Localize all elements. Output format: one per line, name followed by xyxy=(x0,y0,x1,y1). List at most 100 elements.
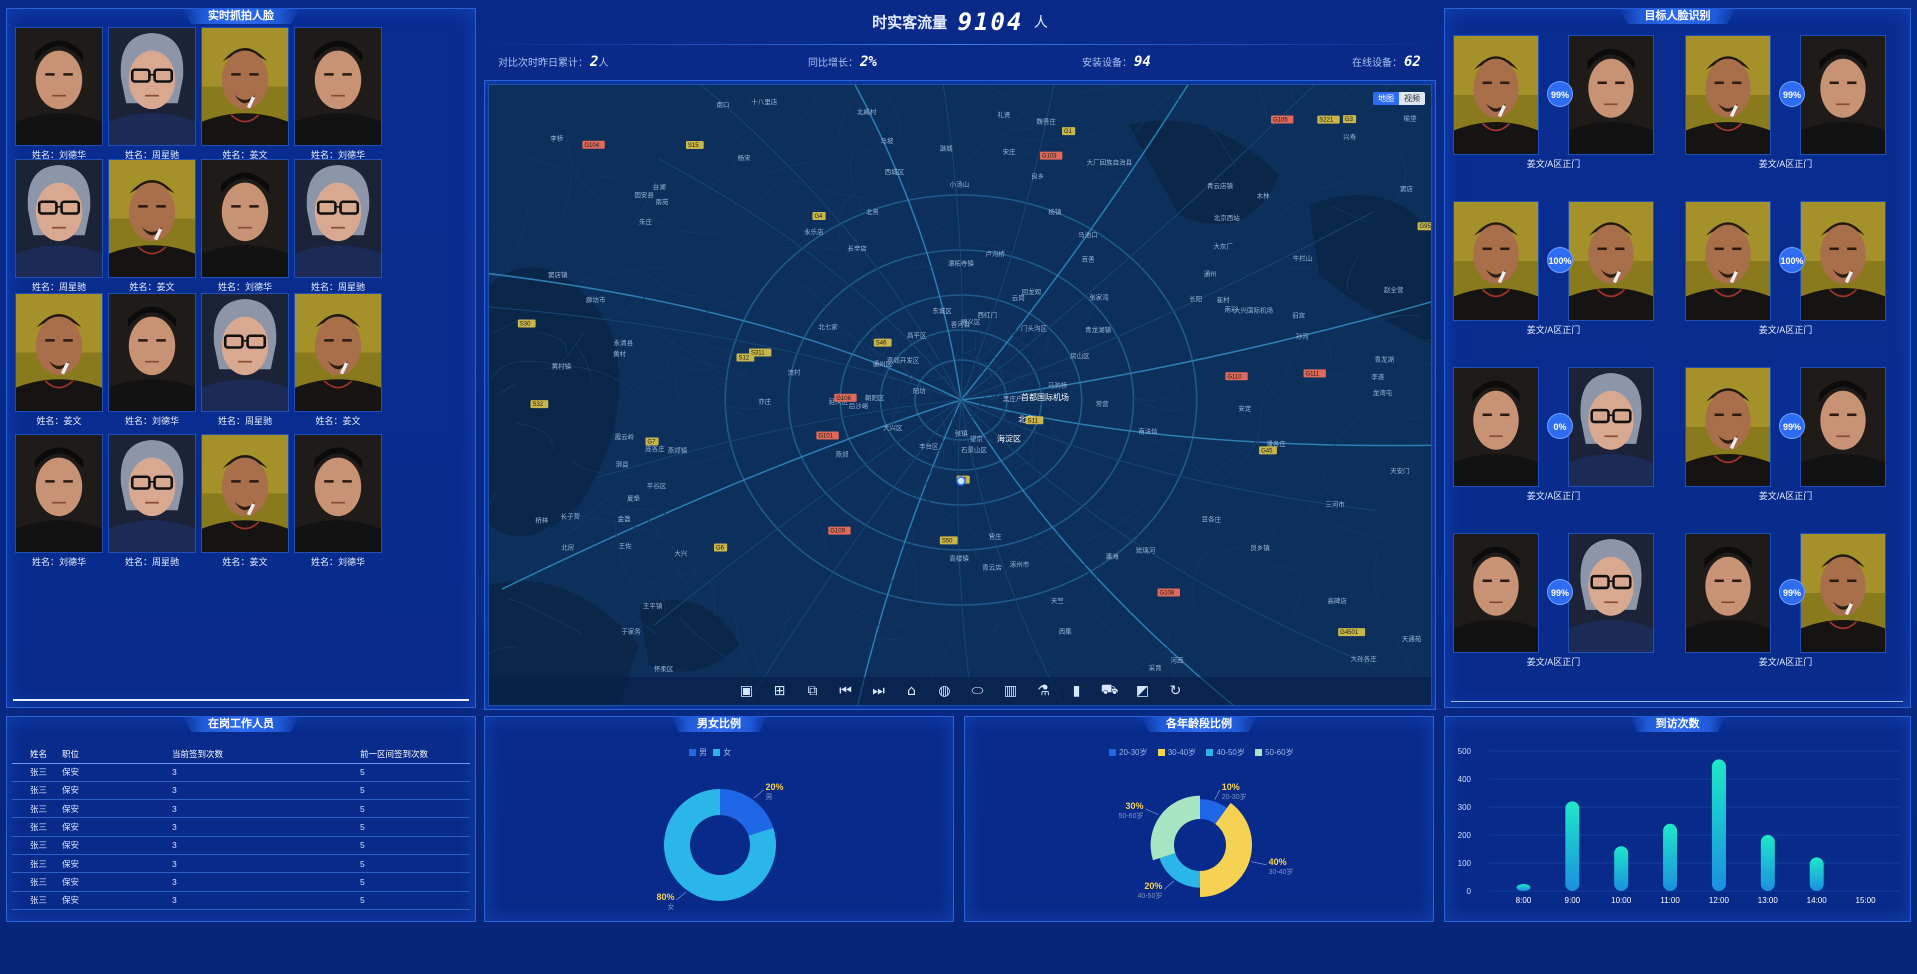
donut-percent-label: 80% xyxy=(656,892,674,902)
target-face-liu-image[interactable] xyxy=(1453,533,1539,653)
captured-face-jiang-image[interactable] xyxy=(108,159,196,278)
layer-icon[interactable]: ⧉ xyxy=(804,683,822,699)
matched-face-liu-image[interactable] xyxy=(1568,35,1654,155)
grid-icon[interactable]: ⊞ xyxy=(771,683,789,699)
captured-face-zhou-image[interactable] xyxy=(108,27,196,146)
map-place-label: 桥梓 xyxy=(535,516,549,525)
road-number-badge: G106 xyxy=(834,393,857,402)
map-place-label: 礼贤 xyxy=(997,110,1011,119)
bar-11:00[interactable] xyxy=(1663,823,1678,891)
map-place-label: 北京西站 xyxy=(1214,213,1241,222)
matched-face-liu-image[interactable] xyxy=(1800,367,1886,487)
map-place-label: 大孙各庄 xyxy=(1351,654,1378,663)
satellite-icon[interactable]: ⬭ xyxy=(969,683,987,699)
bar-14:00[interactable] xyxy=(1809,857,1824,891)
captured-face-liu-image[interactable] xyxy=(108,293,196,412)
captured-face-jiang-image[interactable] xyxy=(15,293,103,412)
captured-face-jiang-image[interactable] xyxy=(294,293,382,412)
road-number-text: G4 xyxy=(814,214,823,220)
location-pin-icon[interactable] xyxy=(956,476,966,486)
car-icon[interactable]: ⛟ xyxy=(1101,682,1119,700)
staff-position-cell: 保安 xyxy=(62,817,142,837)
map-place-label: 高楼镇 xyxy=(949,554,969,563)
flask-icon[interactable]: ⚗ xyxy=(1035,683,1053,699)
staff-table-row[interactable]: 张三 保安 3 5 xyxy=(12,854,470,874)
tab-video[interactable]: 视频 xyxy=(1399,92,1425,105)
target-face-jiang-image[interactable] xyxy=(1685,35,1771,155)
map-place-label: 三河市 xyxy=(1325,499,1345,508)
staff-name-cell: 张三 xyxy=(12,799,62,819)
staff-table-row[interactable]: 张三 保安 3 5 xyxy=(12,763,470,782)
captured-face-liu-image[interactable] xyxy=(294,434,382,553)
map-canvas[interactable]: 首都国际机场北京海淀区石景山区丰台区大兴区朝阳区通州区昌平区顺义区门头沟区房山区… xyxy=(489,85,1432,706)
forward-icon[interactable]: ⏭ xyxy=(870,683,888,699)
map-view[interactable]: 首都国际机场北京海淀区石景山区丰台区大兴区朝阳区通州区昌平区顺义区门头沟区房山区… xyxy=(488,84,1432,706)
road-number-text: G109 xyxy=(830,529,845,535)
target-face-jiang-image[interactable] xyxy=(1453,201,1539,321)
staff-current-cell: 3 xyxy=(142,763,312,782)
stat-yesterday-label: 对比次时昨日累计： xyxy=(498,58,588,69)
matched-face-jiang-image[interactable] xyxy=(1800,201,1886,321)
captured-face-jiang-image[interactable] xyxy=(201,434,289,553)
bar-13:00[interactable] xyxy=(1760,835,1775,891)
map-place-label: 良乡 xyxy=(1031,171,1044,180)
target-face-jiang-image[interactable] xyxy=(1685,367,1771,487)
target-face-liu-image[interactable] xyxy=(1685,533,1771,653)
road-number-badge: S11 xyxy=(1025,416,1044,425)
captured-face-zhou-image[interactable] xyxy=(201,293,289,412)
match-percent-badge: 99% xyxy=(1547,81,1573,107)
target-face-jiang-image[interactable] xyxy=(1453,35,1539,155)
bar-12:00[interactable] xyxy=(1711,759,1726,891)
match-caption: 姜文/A区正门 xyxy=(1758,159,1813,169)
chart-bar-icon[interactable]: ▮ xyxy=(1068,683,1086,699)
road-number-badge: G4 xyxy=(812,211,826,220)
col-position: 职位 xyxy=(62,745,142,764)
target-face-jiang-image[interactable] xyxy=(1685,201,1771,321)
captured-face-zhou-image[interactable] xyxy=(294,159,382,278)
matched-face-jiang-image[interactable] xyxy=(1800,533,1886,653)
donut-slice-40-50岁 xyxy=(1159,853,1200,888)
matched-face-liu-image[interactable] xyxy=(1800,35,1886,155)
captured-face-zhou-image[interactable] xyxy=(15,159,103,278)
col-previous: 前一区间签到次数 xyxy=(312,745,470,764)
refresh-icon[interactable]: ↻ xyxy=(1167,683,1185,699)
map-place-label: 燕郊开发区 xyxy=(887,355,920,364)
stat-installed-value: 94 xyxy=(1134,54,1151,70)
tab-map[interactable]: 地图 xyxy=(1373,92,1399,105)
staff-table-row[interactable]: 张三 保安 3 5 xyxy=(12,781,470,801)
staff-table-row[interactable]: 张三 保安 3 5 xyxy=(12,836,470,855)
bar-8:00[interactable] xyxy=(1516,884,1531,891)
road-number-badge: S15 xyxy=(685,141,704,150)
map-place-label: 牛栏山 xyxy=(1293,254,1313,263)
road-number-text: G111 xyxy=(1305,371,1319,377)
map-place-label: 廊坊市 xyxy=(586,295,606,304)
match-percent-badge: 99% xyxy=(1779,413,1805,439)
target-face-liu-image[interactable] xyxy=(1453,367,1539,487)
captured-face-liu-image[interactable] xyxy=(201,159,289,278)
picture-icon[interactable]: ◩ xyxy=(1134,683,1152,699)
staff-position-cell: 保安 xyxy=(62,799,142,819)
map-place-label: 天安门 xyxy=(1390,466,1410,475)
staff-table-row[interactable]: 张三 保安 3 5 xyxy=(12,799,470,819)
staff-table-row[interactable]: 张三 保安 3 5 xyxy=(12,891,470,910)
road-number-badge: G108 xyxy=(1157,588,1180,597)
staff-previous-cell: 5 xyxy=(312,763,470,782)
captured-face-liu-image[interactable] xyxy=(294,27,382,146)
city-icon[interactable]: ⌂ xyxy=(903,683,921,699)
rewind-icon[interactable]: ⏮ xyxy=(837,683,855,699)
staff-current-cell: 3 xyxy=(142,781,312,801)
captured-face-zhou-image[interactable] xyxy=(108,434,196,553)
fit-icon[interactable]: ▣ xyxy=(738,683,756,699)
matched-face-zhou-image[interactable] xyxy=(1568,367,1654,487)
captured-face-jiang-image[interactable] xyxy=(201,27,289,146)
matched-face-zhou-image[interactable] xyxy=(1568,533,1654,653)
staff-table-row[interactable]: 张三 保安 3 5 xyxy=(12,872,470,892)
bar-9:00[interactable] xyxy=(1565,801,1580,891)
globe-icon[interactable]: ◍ xyxy=(936,683,954,699)
building-icon[interactable]: ▥ xyxy=(1002,683,1020,699)
matched-face-jiang-image[interactable] xyxy=(1568,201,1654,321)
captured-face-liu-image[interactable] xyxy=(15,27,103,146)
captured-face-liu-image[interactable] xyxy=(15,434,103,553)
staff-table-row[interactable]: 张三 保安 3 5 xyxy=(12,817,470,837)
bar-10:00[interactable] xyxy=(1614,846,1629,891)
